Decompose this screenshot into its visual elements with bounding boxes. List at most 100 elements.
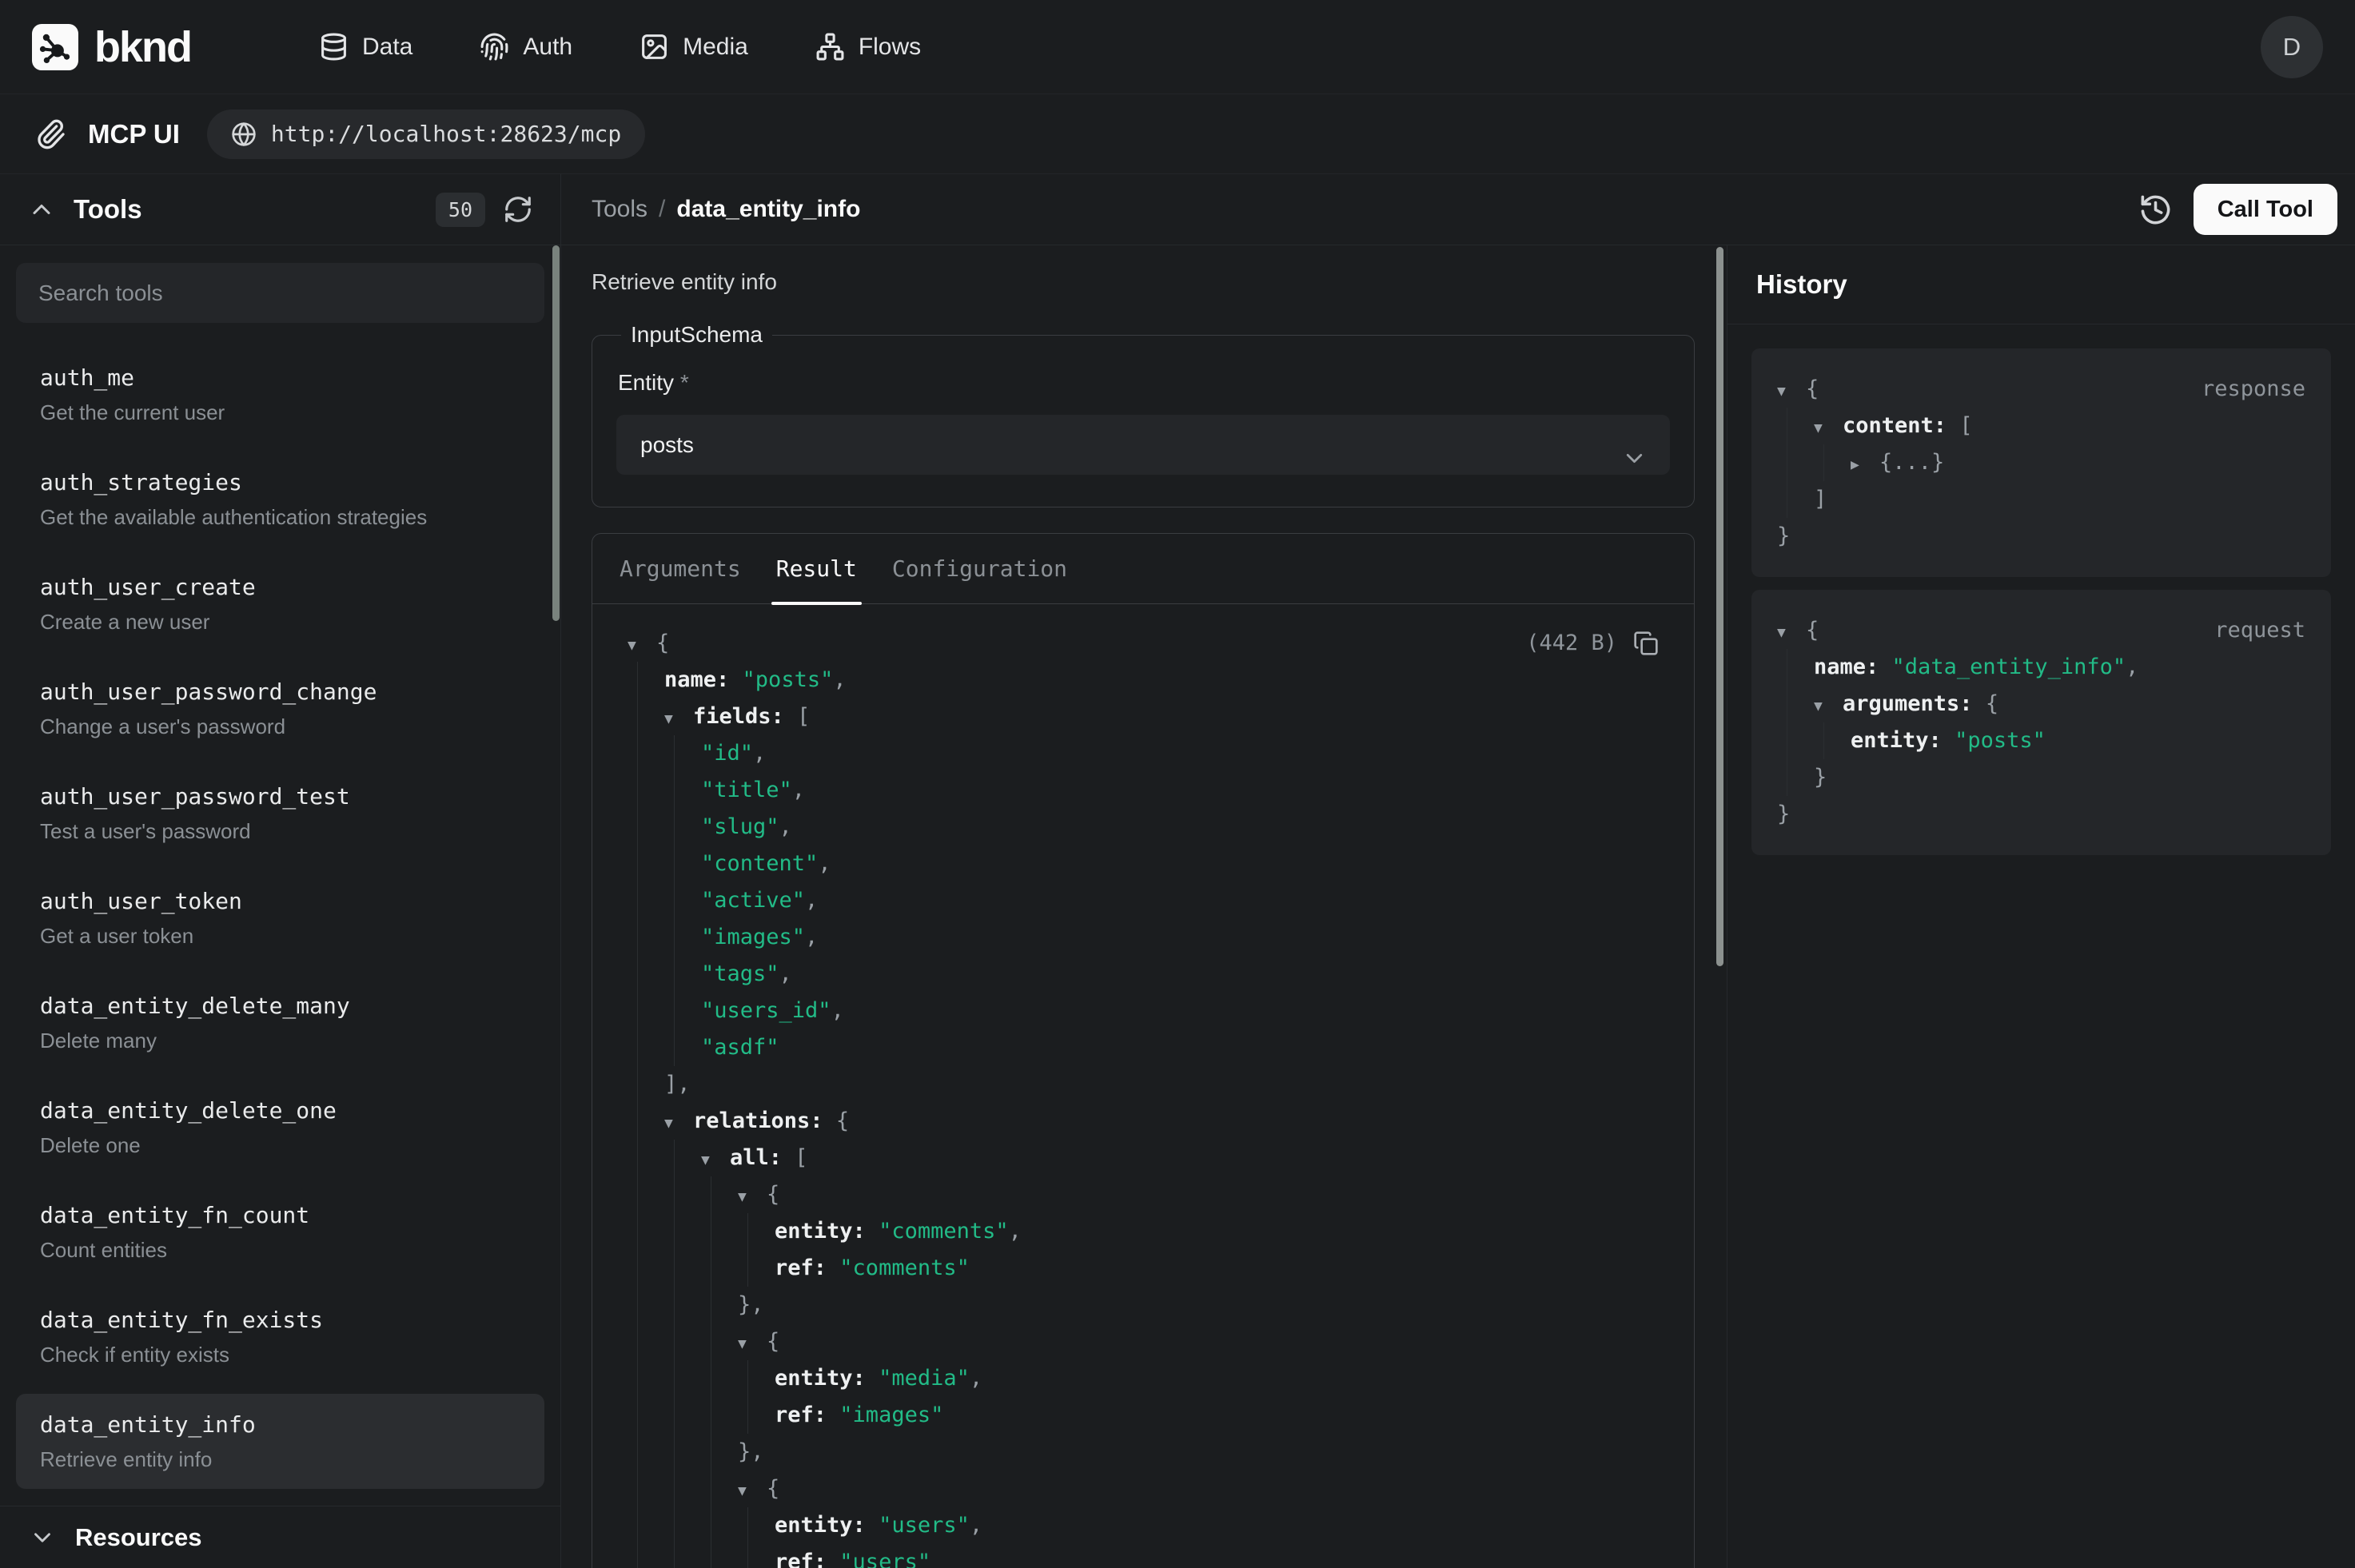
json-key: ref:	[775, 1256, 827, 1280]
json-row: "tags",	[628, 956, 1659, 993]
indent-guide	[637, 1103, 638, 1140]
tool-list-item-data_entity_info[interactable]: data_entity_infoRetrieve entity info	[16, 1394, 544, 1489]
nav-item-label: Auth	[523, 34, 572, 61]
bknd-logo-icon	[32, 24, 78, 70]
json-row: ref: "users"	[628, 1544, 1659, 1568]
indent-guide	[637, 772, 638, 809]
indent-guide	[637, 956, 638, 993]
json-string-value: "active"	[701, 888, 805, 913]
json-row: ▼{	[628, 1470, 1659, 1507]
tool-list-item-auth_user_password_test[interactable]: auth_user_password_testTest a user's pas…	[16, 766, 544, 861]
nav-item-data[interactable]: Data	[319, 32, 412, 62]
tool-list-item-auth_strategies[interactable]: auth_strategiesGet the available authent…	[16, 452, 544, 547]
tool-name: data_entity_delete_many	[40, 989, 520, 1023]
indent-guide	[747, 1397, 748, 1434]
collapse-icon[interactable]: ▼	[1777, 615, 1806, 651]
nav-item-flows[interactable]: Flows	[815, 32, 921, 62]
json-string-value: "images"	[701, 925, 805, 949]
main-scrollbar[interactable]	[1716, 247, 1723, 966]
entity-select[interactable]: posts	[616, 415, 1670, 475]
tool-list-item-data_entity_fn_exists[interactable]: data_entity_fn_existsCheck if entity exi…	[16, 1289, 544, 1384]
indent-guide	[637, 735, 638, 772]
json-row: entity: "users",	[628, 1507, 1659, 1544]
indent-guide	[637, 1250, 638, 1287]
tool-list-item-data_entity_fn_count[interactable]: data_entity_fn_countCount entities	[16, 1184, 544, 1279]
collapse-icon[interactable]: ▼	[628, 627, 656, 664]
search-wrapper	[0, 263, 560, 323]
brand[interactable]: bknd	[32, 22, 191, 72]
collapse-icon[interactable]: ▼	[664, 1105, 693, 1142]
history-list: ▼{response▼content: [▶{...}]}▼{requestna…	[1727, 324, 2355, 879]
indent-guide	[637, 1360, 638, 1397]
search-input[interactable]	[16, 263, 544, 323]
json-comma: ,	[805, 925, 818, 949]
tool-list-item-auth_me[interactable]: auth_meGet the current user	[16, 347, 544, 442]
json-string-value: "comments"	[839, 1256, 970, 1280]
json-bracket: }	[738, 1439, 751, 1464]
tool-name: auth_user_password_test	[40, 780, 520, 814]
indent-guide	[637, 1287, 638, 1323]
json-row: ▼arguments: {	[1777, 686, 2305, 722]
history-entry-request[interactable]: ▼{requestname: "data_entity_info",▼argum…	[1751, 590, 2331, 855]
json-comma: ,	[831, 998, 844, 1023]
refresh-icon[interactable]	[503, 194, 533, 225]
collapse-icon[interactable]: ▼	[738, 1179, 767, 1216]
collapse-icon[interactable]: ▼	[1777, 373, 1806, 410]
sidebar-scrollbar[interactable]	[552, 245, 560, 621]
indent-guide	[674, 772, 675, 809]
json-bracket: {	[767, 1476, 779, 1501]
tool-list-item-auth_user_token[interactable]: auth_user_tokenGet a user token	[16, 870, 544, 965]
nav-item-label: Flows	[859, 34, 921, 61]
tool-list-item-auth_user_create[interactable]: auth_user_createCreate a new user	[16, 556, 544, 651]
chevron-up-icon[interactable]	[27, 195, 56, 224]
tab-arguments[interactable]: Arguments	[620, 534, 741, 604]
json-row: ▼{request	[1777, 612, 2305, 649]
json-string-value: "id"	[701, 741, 753, 766]
tools-sidebar-header: Tools 50	[0, 174, 560, 245]
history-icon[interactable]	[2138, 193, 2173, 227]
json-key: ref:	[775, 1403, 827, 1427]
json-comma: ,	[818, 851, 831, 876]
call-tool-button[interactable]: Call Tool	[2194, 184, 2337, 235]
avatar-letter: D	[2283, 33, 2301, 62]
json-string-value: "media"	[879, 1366, 970, 1391]
json-key: entity:	[1851, 728, 1942, 753]
tool-list-item-data_entity_delete_one[interactable]: data_entity_delete_oneDelete one	[16, 1080, 544, 1175]
collapse-icon[interactable]: ▼	[738, 1326, 767, 1363]
json-bracket: [	[797, 704, 810, 729]
json-row: "images",	[628, 919, 1659, 956]
json-row: ▶{...}	[1777, 444, 2305, 481]
collapse-icon[interactable]: ▼	[701, 1142, 730, 1179]
indent-guide	[674, 1544, 675, 1568]
tool-list-item-data_entity_delete_many[interactable]: data_entity_delete_manyDelete many	[16, 975, 544, 1070]
collapse-icon[interactable]: ▼	[738, 1473, 767, 1510]
json-comma: ,	[751, 1292, 763, 1317]
collapse-icon[interactable]: ▼	[664, 701, 693, 738]
user-avatar[interactable]: D	[2261, 16, 2323, 78]
json-key: arguments:	[1843, 691, 1973, 716]
server-url-pill[interactable]: http://localhost:28623/mcp	[207, 109, 645, 159]
tab-result[interactable]: Result	[776, 534, 857, 604]
breadcrumb-root[interactable]: Tools	[592, 196, 648, 223]
result-size-label: (442 B)	[1526, 625, 1659, 662]
resources-section-header[interactable]: Resources	[0, 1506, 560, 1568]
json-bracket: }	[1777, 802, 1790, 826]
expand-icon[interactable]: ▶	[1851, 447, 1879, 484]
json-row: entity: "media",	[628, 1360, 1659, 1397]
collapse-icon[interactable]: ▼	[1814, 688, 1843, 725]
json-string-value: "tags"	[701, 961, 779, 986]
indent-guide	[747, 1544, 748, 1568]
tool-name: data_entity_fn_count	[40, 1199, 520, 1232]
indent-guide	[674, 735, 675, 772]
json-row: ref: "images"	[628, 1397, 1659, 1434]
json-row: ▼all: [	[628, 1140, 1659, 1176]
history-entry-response[interactable]: ▼{response▼content: [▶{...}]}	[1751, 348, 2331, 577]
collapse-icon[interactable]: ▼	[1814, 410, 1843, 447]
tab-configuration[interactable]: Configuration	[892, 534, 1067, 604]
tool-list-item-auth_user_password_change[interactable]: auth_user_password_changeChange a user's…	[16, 661, 544, 756]
lower-area: Retrieve entity info InputSchema Entity …	[561, 245, 2355, 1568]
nav-item-media[interactable]: Media	[640, 32, 748, 62]
nav-item-auth[interactable]: Auth	[480, 32, 572, 62]
json-string-value: "users"	[879, 1513, 970, 1538]
copy-icon[interactable]	[1633, 631, 1659, 656]
